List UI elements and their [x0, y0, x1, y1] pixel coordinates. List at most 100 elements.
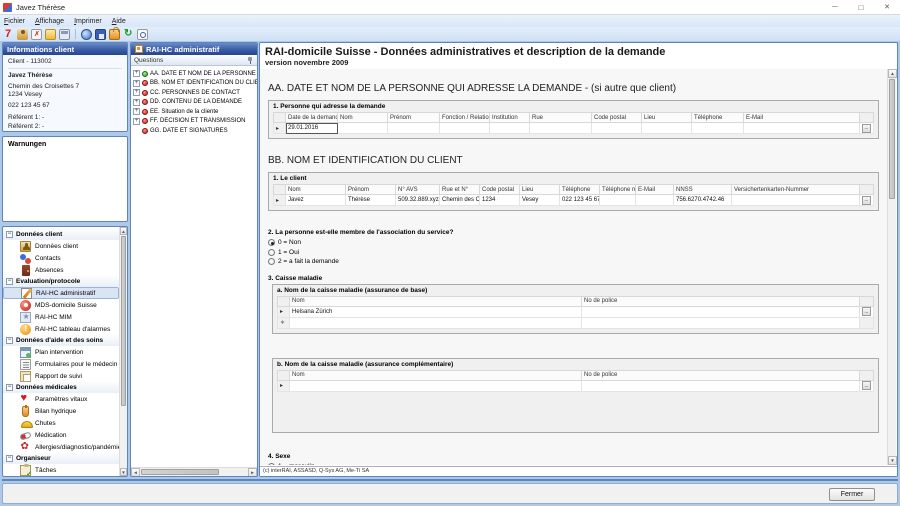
column-header[interactable]: E-Mail: [636, 185, 674, 195]
menu-imprimer[interactable]: Imprimer: [74, 18, 102, 25]
column-header[interactable]: Versichertenkarten-Nummer: [732, 185, 860, 195]
cell[interactable]: [582, 317, 860, 328]
radio-option[interactable]: 1 = masculin: [268, 462, 879, 466]
collapse-icon[interactable]: [6, 278, 13, 285]
cell[interactable]: [732, 195, 860, 206]
expand-icon[interactable]: +: [133, 108, 140, 115]
column-header[interactable]: Code postal: [592, 113, 642, 123]
cell[interactable]: Chemin des Crois...: [440, 195, 480, 206]
sidebar-item-absences[interactable]: Absences: [3, 264, 119, 276]
sidebar-item-mds-domicile[interactable]: MDS-domicile Suisse: [3, 299, 119, 311]
cell[interactable]: 756.6270.4742.46: [674, 195, 732, 206]
column-header[interactable]: Nom: [290, 370, 582, 380]
menu-fichier[interactable]: Fichier: [4, 18, 25, 25]
question-node-gg[interactable]: GG. DATE ET SIGNATURES: [133, 126, 257, 136]
pushpin-icon[interactable]: [247, 57, 254, 64]
radio-option[interactable]: 2 = a fait la demande: [268, 257, 879, 267]
menu-aide[interactable]: Aide: [112, 18, 126, 25]
menu-affichage[interactable]: Affichage: [35, 18, 64, 25]
expand-icon[interactable]: +: [133, 99, 140, 106]
column-header[interactable]: Lieu: [642, 113, 692, 123]
close-icon[interactable]: [874, 0, 900, 14]
column-header[interactable]: E-Mail: [744, 113, 860, 123]
nav-group-aide-soins[interactable]: Données d'aide et des soins: [3, 335, 119, 346]
question-node-aa[interactable]: +AA. DATE ET NOM DE LA PERSONNE QUI AD: [133, 69, 257, 79]
scroll-right-icon[interactable]: ►: [248, 468, 257, 477]
ellipsis-button[interactable]: [862, 381, 871, 390]
sidebar-item-formulaires-medecin[interactable]: Formulaires pour le médecin: [3, 358, 119, 370]
column-header[interactable]: N° AVS: [396, 185, 440, 195]
radio-button[interactable]: [268, 258, 275, 265]
column-header[interactable]: No de police: [582, 370, 860, 380]
scroll-left-icon[interactable]: ◄: [131, 468, 140, 477]
cell[interactable]: 509.32.889.xyz: [396, 195, 440, 206]
sidebar-item-parametres-vitaux[interactable]: Paramètres vitaux: [3, 393, 119, 405]
scroll-up-icon[interactable]: ▲: [888, 69, 897, 78]
clock-icon[interactable]: [81, 29, 92, 40]
question-node-dd[interactable]: +DD. CONTENU DE LA DEMANDE: [133, 98, 257, 108]
questions-hscrollbar[interactable]: ◄ ►: [131, 467, 257, 476]
cell[interactable]: [490, 123, 530, 134]
form-vscrollbar[interactable]: ▲ ▼: [887, 69, 896, 465]
cell[interactable]: [582, 306, 860, 317]
column-header[interactable]: Prénom: [388, 113, 440, 123]
client-icon[interactable]: [17, 29, 28, 40]
scroll-down-icon[interactable]: ▼: [120, 468, 127, 476]
collapse-icon[interactable]: [6, 384, 13, 391]
nav-scrollbar[interactable]: ▲ ▼: [119, 227, 127, 476]
expand-icon[interactable]: +: [133, 70, 140, 77]
cell[interactable]: 1234: [480, 195, 520, 206]
fermer-button[interactable]: Fermer: [829, 488, 875, 501]
print-preview-icon[interactable]: [137, 29, 148, 40]
save-icon[interactable]: [95, 29, 106, 40]
question-node-ee[interactable]: +EE. Situation de la cliente: [133, 107, 257, 117]
column-header[interactable]: Téléphone mobile: [600, 185, 636, 195]
column-header[interactable]: NNSS: [674, 185, 732, 195]
cell[interactable]: [440, 123, 490, 134]
sidebar-item-medication[interactable]: Médication: [3, 429, 119, 441]
sidebar-item-contacts[interactable]: Contacts: [3, 252, 119, 264]
column-header[interactable]: Lieu: [520, 185, 560, 195]
cell[interactable]: Javez: [286, 195, 346, 206]
radio-button-checked[interactable]: [268, 239, 275, 246]
cell[interactable]: [636, 195, 674, 206]
radio-option[interactable]: 1 = Oui: [268, 248, 879, 258]
expand-icon[interactable]: +: [133, 89, 140, 96]
sidebar-item-tableau-alarmes[interactable]: RAI-HC tableau d'alarmes: [3, 323, 119, 335]
notes-icon[interactable]: [45, 29, 56, 40]
column-header[interactable]: Fonction / Relation: [440, 113, 490, 123]
cell[interactable]: Helsana Zürich: [290, 306, 582, 317]
cell[interactable]: [744, 123, 860, 134]
radio-option[interactable]: 0 = Non: [268, 238, 879, 248]
column-header[interactable]: Institution: [490, 113, 530, 123]
scroll-thumb[interactable]: [121, 236, 126, 406]
ellipsis-button[interactable]: [862, 307, 871, 316]
column-header[interactable]: Nom: [338, 113, 388, 123]
sidebar-item-donnees-client[interactable]: Données client: [3, 240, 119, 252]
cell[interactable]: [692, 123, 744, 134]
radio-button[interactable]: [268, 463, 275, 465]
refresh-icon[interactable]: [123, 29, 134, 40]
sidebar-item-rai-hc-mim[interactable]: RAI-HC MIM: [3, 311, 119, 323]
expand-icon[interactable]: +: [133, 80, 140, 87]
date-demande-cell[interactable]: 29.01.2016: [286, 123, 338, 134]
lock-icon[interactable]: [109, 29, 120, 40]
cell[interactable]: [338, 123, 388, 134]
cell[interactable]: Thérèse: [346, 195, 396, 206]
nav-group-donnees-client[interactable]: Données client: [3, 229, 119, 240]
report-icon[interactable]: [31, 29, 42, 40]
sidebar-item-chutes[interactable]: Chutes: [3, 417, 119, 429]
sidebar-item-taches[interactable]: Tâches: [3, 464, 119, 476]
column-header[interactable]: Rue: [530, 113, 592, 123]
cell[interactable]: [530, 123, 592, 134]
sidebar-item-rapport-suivi[interactable]: Rapport de suivi: [3, 370, 119, 382]
column-header[interactable]: Nom: [290, 296, 582, 306]
column-header[interactable]: Code postal: [480, 185, 520, 195]
cell[interactable]: [388, 123, 440, 134]
cell[interactable]: 022 123 45 67: [560, 195, 600, 206]
column-header[interactable]: Téléphone: [692, 113, 744, 123]
sidebar-item-plan-intervention[interactable]: Plan intervention: [3, 346, 119, 358]
collapse-icon[interactable]: [6, 231, 13, 238]
sidebar-item-bilan-hydrique[interactable]: Bilan hydrique: [3, 405, 119, 417]
cell[interactable]: [290, 380, 582, 391]
